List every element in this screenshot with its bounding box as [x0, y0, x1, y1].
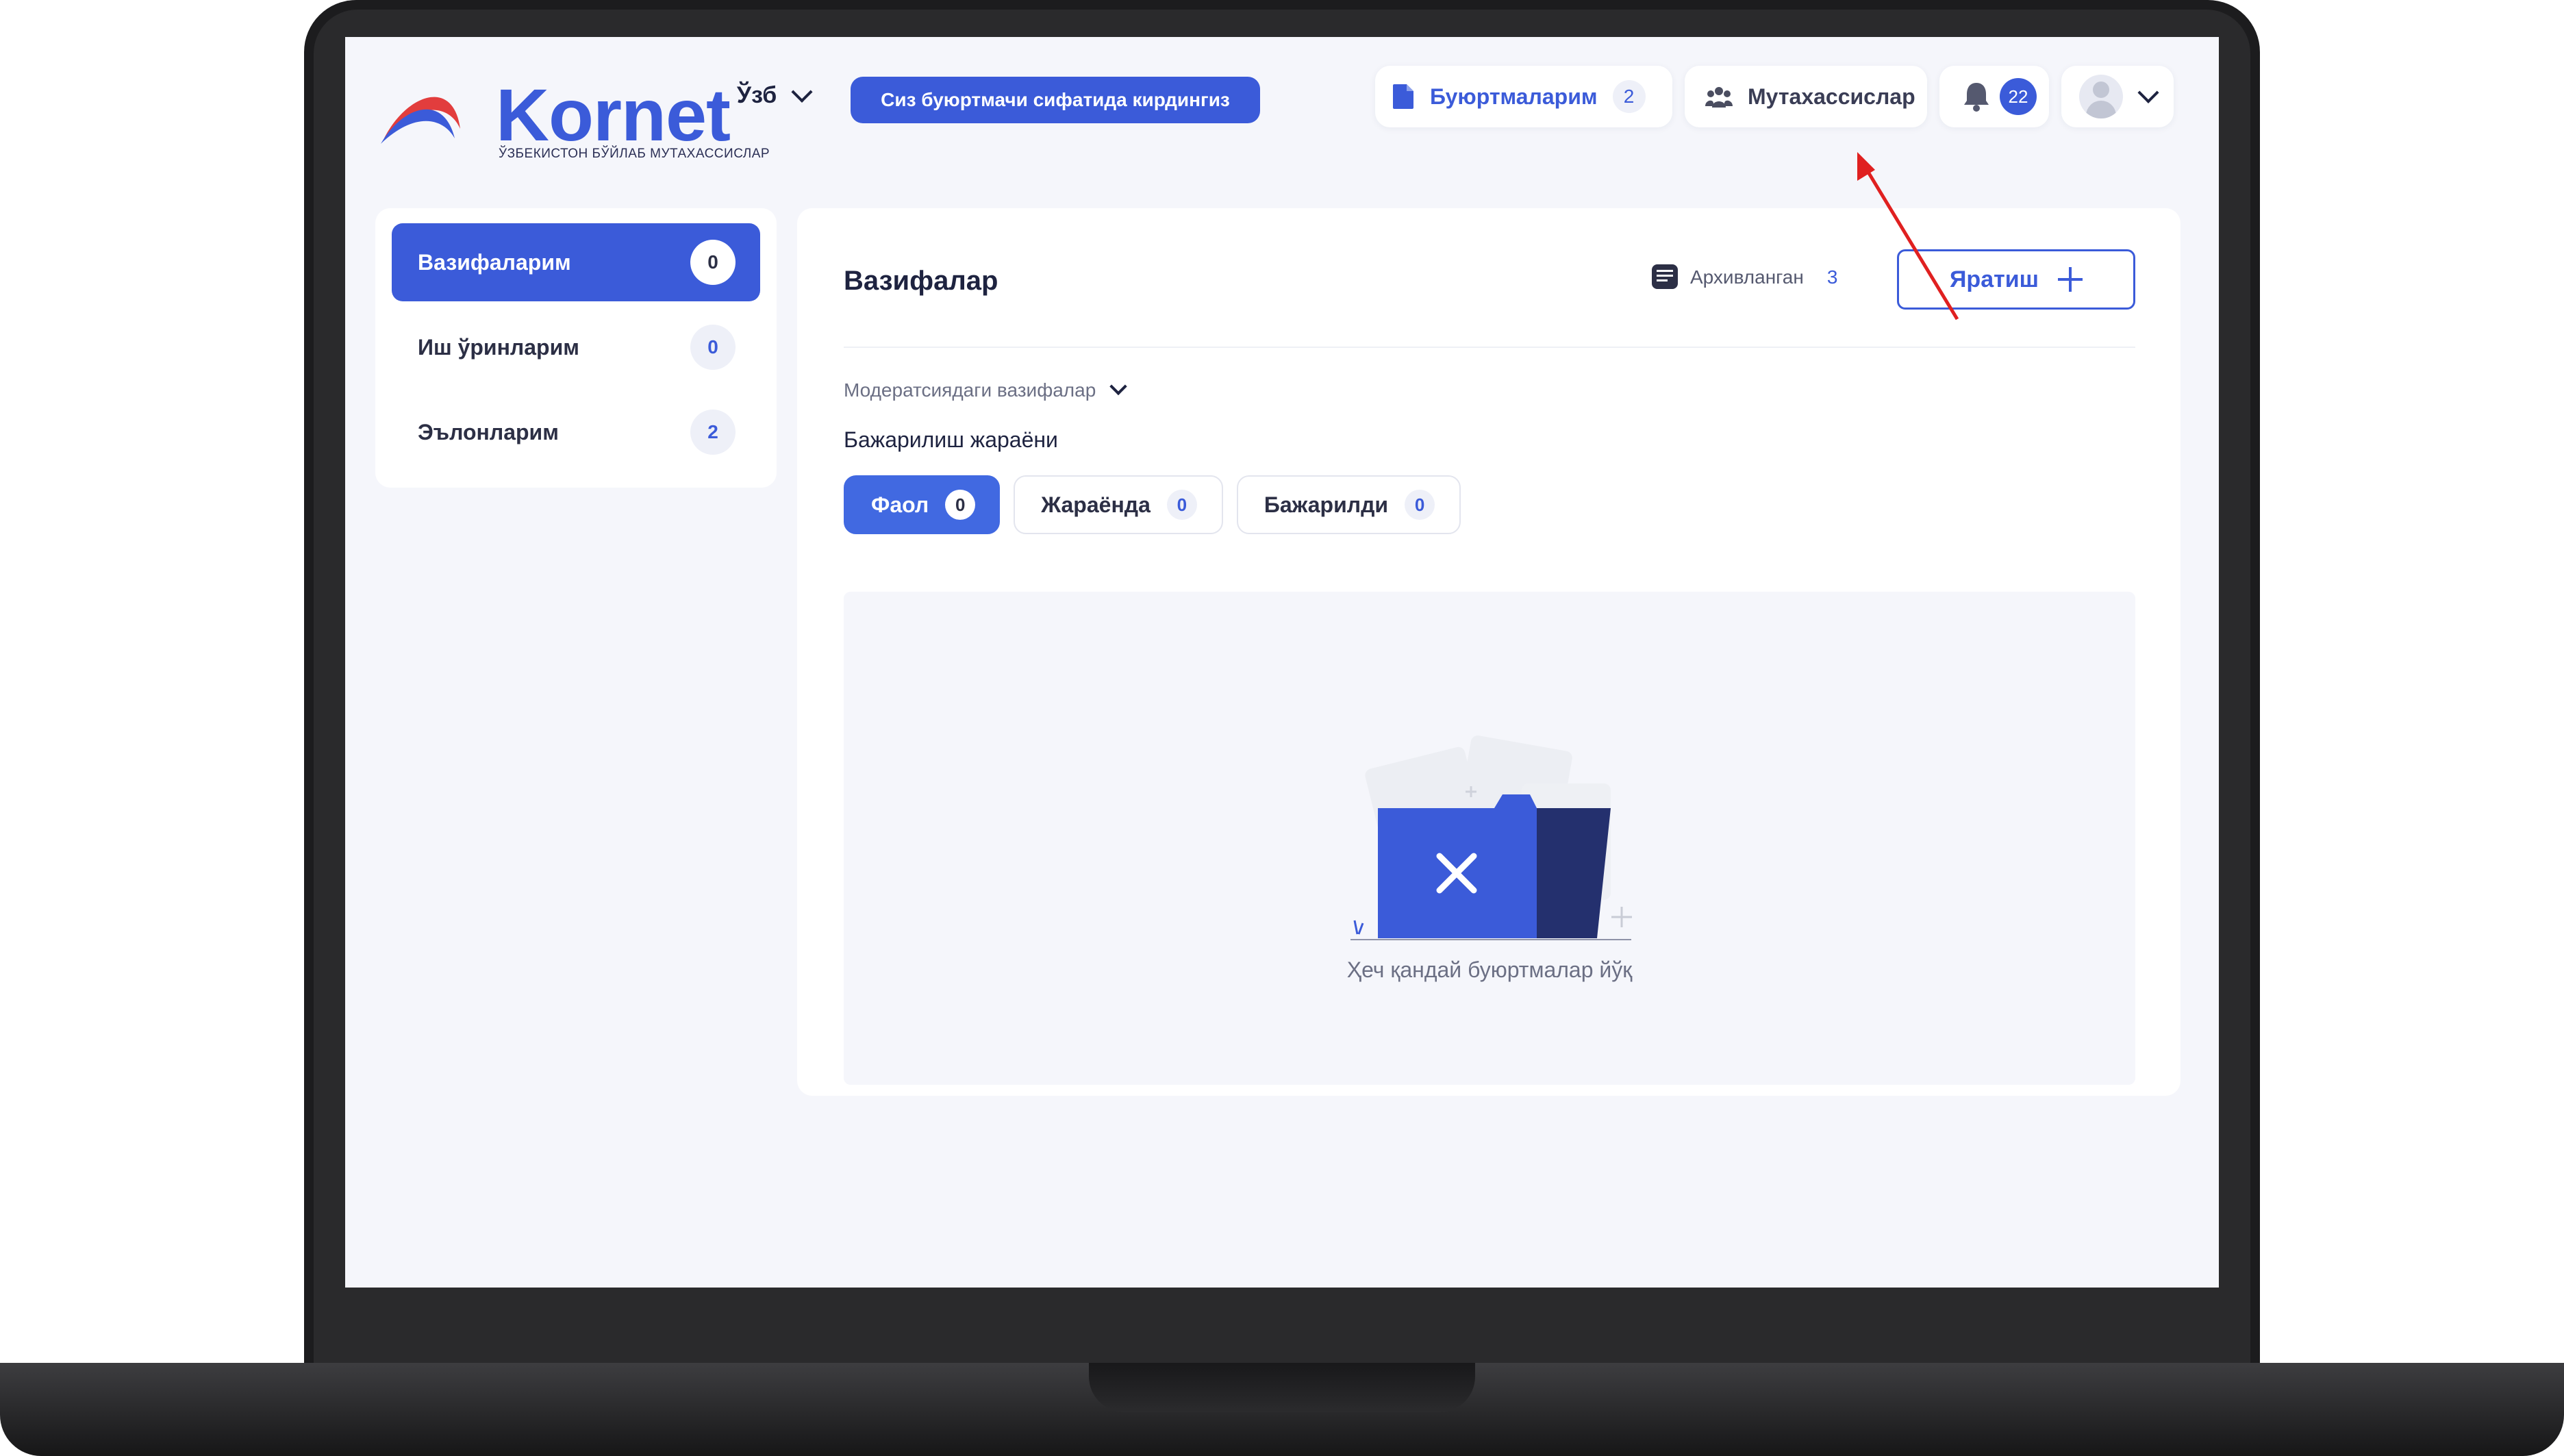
annotation-arrow-icon — [1857, 152, 1959, 321]
